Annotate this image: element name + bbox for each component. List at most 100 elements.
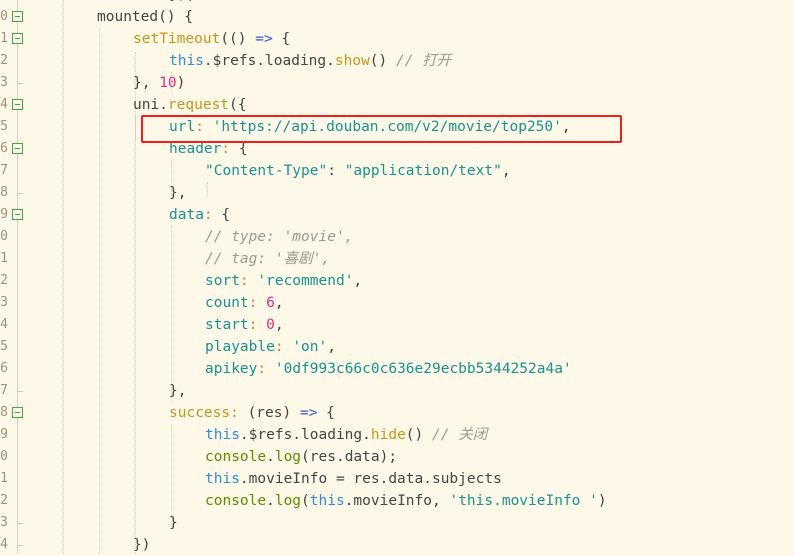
line-number: 3 bbox=[0, 515, 8, 530]
code-line: // type: 'movie', bbox=[205, 226, 353, 248]
code-token: // tag: '喜剧', bbox=[205, 251, 331, 267]
code-line: }, 10) bbox=[133, 72, 185, 94]
code-token: () bbox=[369, 53, 396, 69]
code-token: () bbox=[405, 427, 432, 443]
code-token: this bbox=[309, 493, 345, 509]
code-line: "Content-Type": "application/text", bbox=[205, 160, 511, 182]
code-token: header bbox=[169, 141, 222, 157]
indent-guide bbox=[207, 182, 208, 196]
line-number: 0 bbox=[0, 229, 8, 244]
code-token: 'recommend' bbox=[257, 273, 354, 289]
code-token: this bbox=[205, 471, 240, 487]
fold-collapse-icon[interactable] bbox=[12, 33, 23, 44]
code-token: apikey bbox=[205, 361, 258, 377]
code-token: . bbox=[266, 493, 275, 509]
code-line: uni.request({ bbox=[133, 94, 247, 116]
code-token: log bbox=[274, 493, 302, 509]
fold-end-marker bbox=[17, 523, 23, 524]
url-highlight-box bbox=[141, 115, 622, 143]
code-line: this.$refs.loading.hide() // 关闭 bbox=[205, 424, 487, 446]
line-number: 1 bbox=[0, 31, 8, 46]
code-token: 0 bbox=[266, 317, 275, 333]
code-token: success bbox=[169, 405, 231, 421]
line-number: 3 bbox=[0, 75, 8, 90]
line-number: 2 bbox=[0, 53, 8, 68]
code-token: (() bbox=[220, 31, 256, 47]
code-line: }, bbox=[169, 380, 186, 402]
code-line: this.$refs.loading.show() // 打开 bbox=[169, 50, 451, 72]
line-number: 1 bbox=[0, 471, 8, 486]
code-line: setTimeout(() => { bbox=[133, 28, 290, 50]
code-token: mounted() { bbox=[97, 9, 194, 25]
code-token: 'this.movieInfo ' bbox=[449, 493, 598, 509]
code-token: { bbox=[317, 405, 335, 421]
code-token: , bbox=[353, 273, 363, 289]
code-token: uni. bbox=[133, 97, 168, 113]
indent-guide bbox=[63, 0, 64, 553]
fold-end-marker bbox=[17, 83, 23, 84]
code-line: console.log(this.movieInfo, 'this.movieI… bbox=[205, 490, 607, 512]
code-token: // 打开 bbox=[396, 53, 452, 69]
code-token: playable bbox=[205, 339, 275, 355]
line-number: 9 bbox=[0, 427, 8, 442]
code-token: { bbox=[221, 207, 231, 223]
code-token: => bbox=[255, 31, 273, 47]
code-line: apikey: '0df993c66c0c636e29ecbb5344252a4… bbox=[205, 358, 572, 380]
code-token: setTimeout bbox=[133, 31, 221, 47]
code-token: request bbox=[167, 97, 230, 113]
indent-guide bbox=[135, 116, 136, 553]
code-line: playable: 'on', bbox=[205, 336, 336, 358]
fold-collapse-icon[interactable] bbox=[12, 407, 23, 418]
code-token: (res) bbox=[247, 405, 300, 421]
code-token: : bbox=[221, 141, 239, 157]
code-token: }, bbox=[133, 75, 160, 91]
code-line: data: { bbox=[169, 204, 230, 226]
code-line: count: 6, bbox=[205, 292, 284, 314]
code-token: 'on' bbox=[292, 339, 328, 355]
line-number: 7 bbox=[0, 163, 8, 178]
code-token: // 关闭 bbox=[432, 427, 488, 443]
code-line: sort: 'recommend', bbox=[205, 270, 362, 292]
code-token: .$refs.loading. bbox=[239, 427, 371, 443]
line-number: 7 bbox=[0, 383, 8, 398]
code-token: : bbox=[327, 163, 345, 179]
code-line: } bbox=[169, 512, 178, 534]
line-number: 0 bbox=[0, 449, 8, 464]
indent-guide bbox=[171, 424, 172, 518]
fold-collapse-icon[interactable] bbox=[12, 209, 23, 220]
code-token: console bbox=[205, 449, 267, 465]
fold-collapse-icon[interactable] bbox=[12, 99, 23, 110]
fold-collapse-icon[interactable] bbox=[12, 143, 23, 154]
code-token: log bbox=[274, 449, 302, 465]
code-token: ({ bbox=[229, 97, 247, 113]
code-editor[interactable]: 0123456789012345678901234 }),mounted() {… bbox=[0, 0, 794, 553]
code-token: count bbox=[205, 295, 249, 311]
code-token: 10 bbox=[159, 75, 177, 91]
code-token: : bbox=[257, 361, 275, 377]
code-line: this.movieInfo = res.data.subjects bbox=[205, 468, 502, 490]
line-number: 2 bbox=[0, 493, 8, 508]
code-token: . bbox=[266, 449, 275, 465]
code-token: }) bbox=[133, 537, 151, 553]
code-token: : bbox=[239, 273, 258, 289]
code-line: mounted() { bbox=[97, 6, 193, 28]
code-line: }, bbox=[169, 182, 186, 204]
code-token: }, bbox=[169, 185, 187, 201]
line-number: 5 bbox=[0, 119, 8, 134]
code-token: console bbox=[205, 493, 267, 509]
code-token: this bbox=[169, 53, 204, 69]
code-token: start bbox=[205, 317, 249, 333]
code-line: success: (res) => { bbox=[169, 402, 335, 424]
code-line: // tag: '喜剧', bbox=[205, 248, 330, 270]
fold-collapse-icon[interactable] bbox=[12, 11, 23, 22]
line-number: 6 bbox=[0, 141, 8, 156]
fold-end-marker bbox=[17, 193, 23, 194]
code-token: 6 bbox=[266, 295, 275, 311]
code-token: ) bbox=[176, 75, 186, 91]
code-token: : bbox=[230, 405, 248, 421]
code-token: .$refs.loading. bbox=[203, 53, 335, 69]
fold-end-marker bbox=[17, 391, 23, 392]
code-token: } bbox=[169, 515, 178, 531]
code-token: '0df993c66c0c636e29ecbb5344252a4a' bbox=[274, 361, 572, 377]
code-token: , bbox=[274, 317, 284, 333]
